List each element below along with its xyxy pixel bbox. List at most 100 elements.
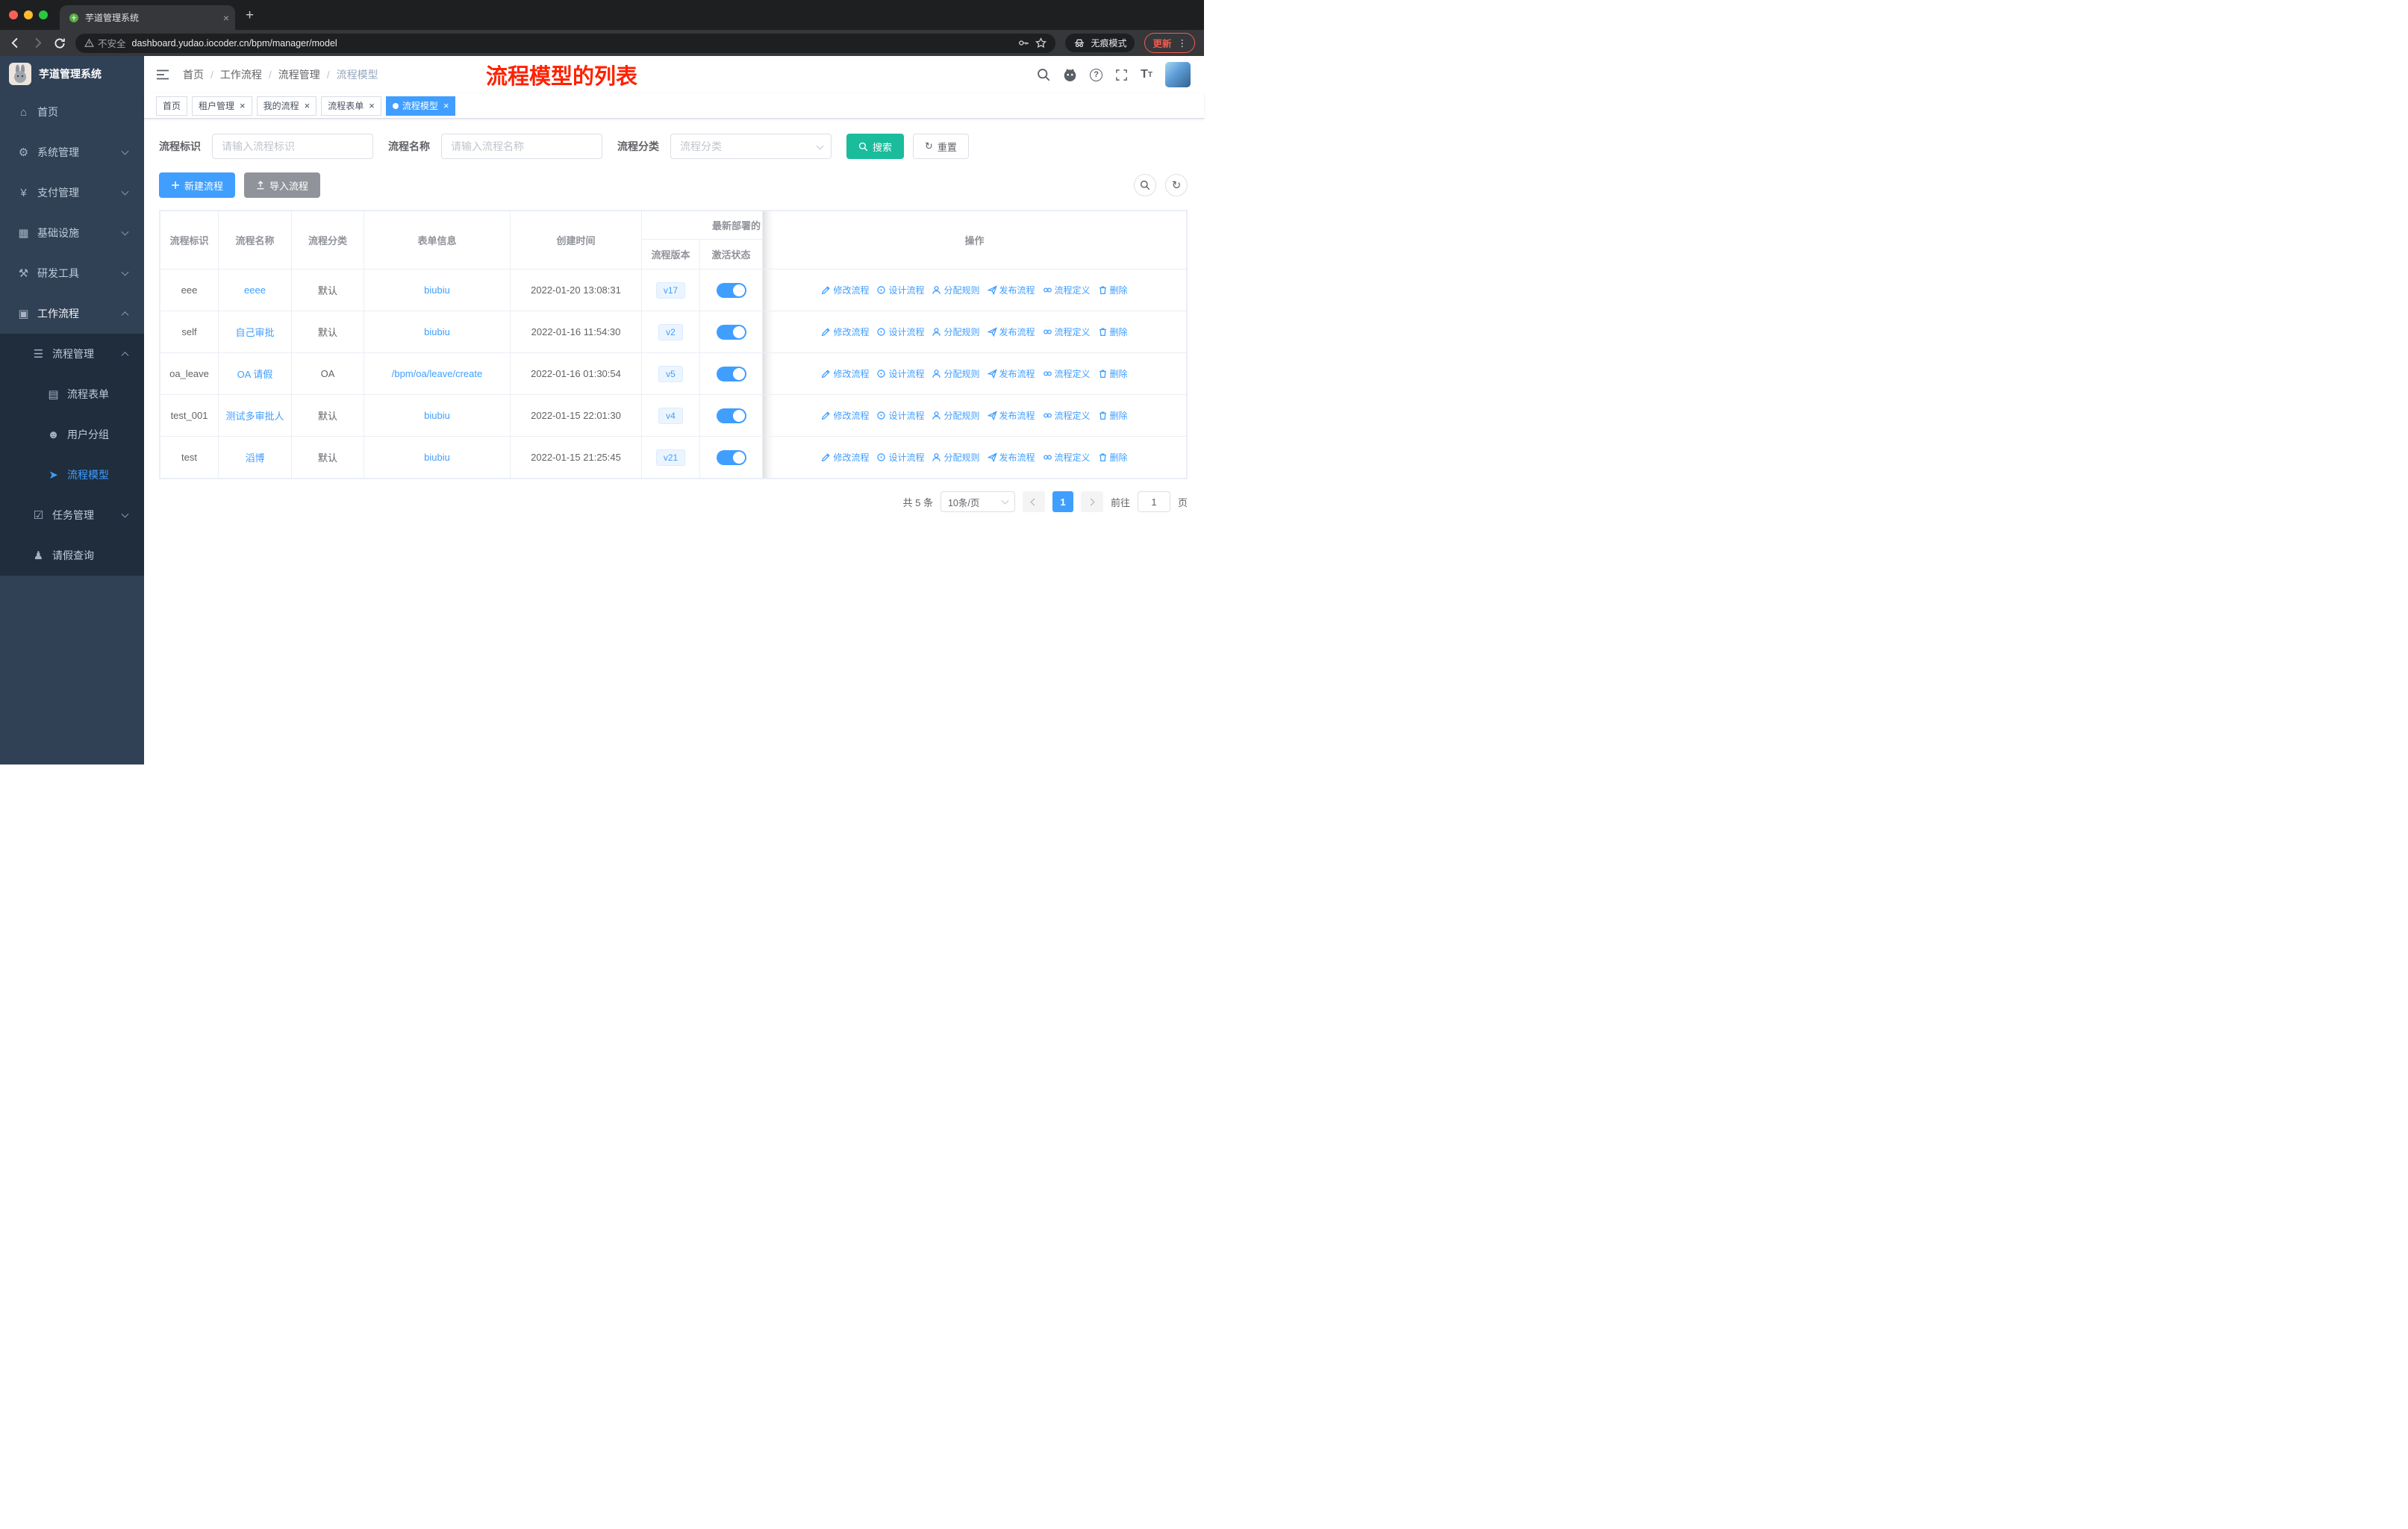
- sidebar-item[interactable]: ➤ 流程模型: [0, 455, 144, 495]
- action-delete[interactable]: 删除: [1098, 367, 1128, 380]
- process-name-link[interactable]: eeee: [244, 284, 266, 296]
- action-edit-process[interactable]: 修改流程: [821, 367, 869, 380]
- tab-chip[interactable]: 流程模型: [385, 96, 456, 116]
- action-process-definition[interactable]: 流程定义: [1043, 284, 1091, 296]
- action-design-process[interactable]: 设计流程: [876, 326, 924, 338]
- action-delete[interactable]: 删除: [1098, 451, 1128, 464]
- search-icon[interactable]: [1037, 68, 1050, 81]
- form-info-link[interactable]: /bpm/oa/leave/create: [392, 368, 482, 379]
- goto-page-input[interactable]: [1137, 491, 1170, 512]
- sidebar-item[interactable]: ☻ 用户分组: [0, 414, 144, 455]
- action-process-definition[interactable]: 流程定义: [1043, 326, 1091, 338]
- tab-chip[interactable]: 首页: [156, 96, 188, 116]
- reload-icon[interactable]: [54, 37, 66, 49]
- action-edit-process[interactable]: 修改流程: [821, 326, 869, 338]
- action-edit-process[interactable]: 修改流程: [821, 284, 869, 296]
- action-design-process[interactable]: 设计流程: [876, 367, 924, 380]
- next-page-button[interactable]: [1080, 491, 1103, 512]
- sidebar-item[interactable]: ▣ 工作流程: [0, 293, 144, 334]
- process-category-select[interactable]: [670, 134, 832, 159]
- page-size-select[interactable]: 10条/页: [940, 491, 1015, 512]
- breadcrumb-item[interactable]: 流程管理: [262, 67, 320, 82]
- forward-icon[interactable]: [31, 37, 44, 49]
- hamburger-icon[interactable]: [156, 69, 169, 81]
- action-process-definition[interactable]: 流程定义: [1043, 451, 1091, 464]
- back-icon[interactable]: [9, 37, 22, 49]
- form-info-link[interactable]: biubiu: [424, 326, 450, 337]
- action-design-process[interactable]: 设计流程: [876, 409, 924, 422]
- sidebar-item[interactable]: ☑ 任务管理: [0, 495, 144, 535]
- prev-page-button[interactable]: [1022, 491, 1045, 512]
- action-design-process[interactable]: 设计流程: [876, 284, 924, 296]
- sidebar-item[interactable]: ⚒ 研发工具: [0, 253, 144, 293]
- refresh-table-button[interactable]: [1165, 174, 1188, 196]
- action-design-process[interactable]: 设计流程: [876, 451, 924, 464]
- action-assign-rule[interactable]: 分配规则: [932, 367, 980, 380]
- github-icon[interactable]: [1063, 68, 1077, 82]
- close-icon[interactable]: [369, 101, 375, 110]
- avatar[interactable]: [1165, 62, 1191, 87]
- process-name-link[interactable]: OA 请假: [237, 369, 273, 380]
- browser-update-button[interactable]: 更新: [1144, 33, 1195, 53]
- process-name-link[interactable]: 测试多审批人: [225, 411, 284, 422]
- action-process-definition[interactable]: 流程定义: [1043, 409, 1091, 422]
- close-icon[interactable]: [305, 101, 311, 110]
- sidebar-item[interactable]: ♟ 请假查询: [0, 535, 144, 576]
- action-assign-rule[interactable]: 分配规则: [932, 409, 980, 422]
- form-info-link[interactable]: biubiu: [424, 452, 450, 463]
- tab-chip[interactable]: 租户管理: [192, 96, 252, 116]
- active-toggle[interactable]: [716, 366, 746, 382]
- key-icon[interactable]: [1018, 37, 1029, 49]
- sidebar-item[interactable]: ▦ 基础设施: [0, 213, 144, 253]
- action-publish-process[interactable]: 发布流程: [987, 367, 1035, 380]
- sidebar-item[interactable]: ▤ 流程表单: [0, 374, 144, 414]
- process-id-input[interactable]: [212, 134, 373, 159]
- help-icon[interactable]: [1090, 68, 1103, 81]
- action-assign-rule[interactable]: 分配规则: [932, 326, 980, 338]
- close-window-button[interactable]: [9, 10, 18, 19]
- active-toggle[interactable]: [716, 282, 746, 298]
- font-size-icon[interactable]: [1141, 68, 1152, 81]
- sidebar-item[interactable]: ⚙ 系统管理: [0, 132, 144, 172]
- close-tab-icon[interactable]: [223, 12, 229, 24]
- app-logo[interactable]: 芋道管理系统: [0, 56, 144, 92]
- close-icon[interactable]: [443, 101, 449, 110]
- browser-menu-icon[interactable]: [1178, 37, 1188, 49]
- browser-tab[interactable]: 芋道管理系统: [60, 5, 235, 30]
- form-info-link[interactable]: biubiu: [424, 410, 450, 421]
- action-delete[interactable]: 删除: [1098, 284, 1128, 296]
- reset-button[interactable]: 重置: [913, 134, 969, 159]
- close-icon[interactable]: [240, 101, 246, 110]
- tab-chip[interactable]: 流程表单: [321, 96, 381, 116]
- action-publish-process[interactable]: 发布流程: [987, 284, 1035, 296]
- form-info-link[interactable]: biubiu: [424, 284, 450, 296]
- action-delete[interactable]: 删除: [1098, 409, 1128, 422]
- process-name-link[interactable]: 自己审批: [235, 327, 274, 338]
- import-process-button[interactable]: 导入流程: [244, 172, 321, 198]
- process-name-link[interactable]: 滔博: [245, 452, 264, 464]
- tab-chip[interactable]: 我的流程: [256, 96, 317, 116]
- new-tab-button[interactable]: [246, 7, 254, 24]
- action-edit-process[interactable]: 修改流程: [821, 451, 869, 464]
- action-process-definition[interactable]: 流程定义: [1043, 367, 1091, 380]
- active-toggle[interactable]: [716, 408, 746, 423]
- process-name-input[interactable]: [441, 134, 602, 159]
- action-assign-rule[interactable]: 分配规则: [932, 451, 980, 464]
- create-process-button[interactable]: 新建流程: [159, 172, 236, 198]
- address-bar[interactable]: 不安全 dashboard.yudao.iocoder.cn/bpm/manag…: [75, 33, 1056, 53]
- action-assign-rule[interactable]: 分配规则: [932, 284, 980, 296]
- action-edit-process[interactable]: 修改流程: [821, 409, 869, 422]
- star-icon[interactable]: [1035, 37, 1047, 49]
- breadcrumb-item[interactable]: 流程模型: [320, 67, 378, 82]
- active-toggle[interactable]: [716, 449, 746, 465]
- action-delete[interactable]: 删除: [1098, 326, 1128, 338]
- active-toggle[interactable]: [716, 324, 746, 340]
- fullscreen-icon[interactable]: [1115, 69, 1128, 81]
- minimize-window-button[interactable]: [24, 10, 33, 19]
- show-search-button[interactable]: [1134, 174, 1156, 196]
- sidebar-item[interactable]: ☰ 流程管理: [0, 334, 144, 374]
- search-button[interactable]: 搜索: [846, 134, 905, 159]
- sidebar-item[interactable]: ¥ 支付管理: [0, 172, 144, 213]
- breadcrumb-item[interactable]: 首页: [183, 67, 204, 82]
- action-publish-process[interactable]: 发布流程: [987, 326, 1035, 338]
